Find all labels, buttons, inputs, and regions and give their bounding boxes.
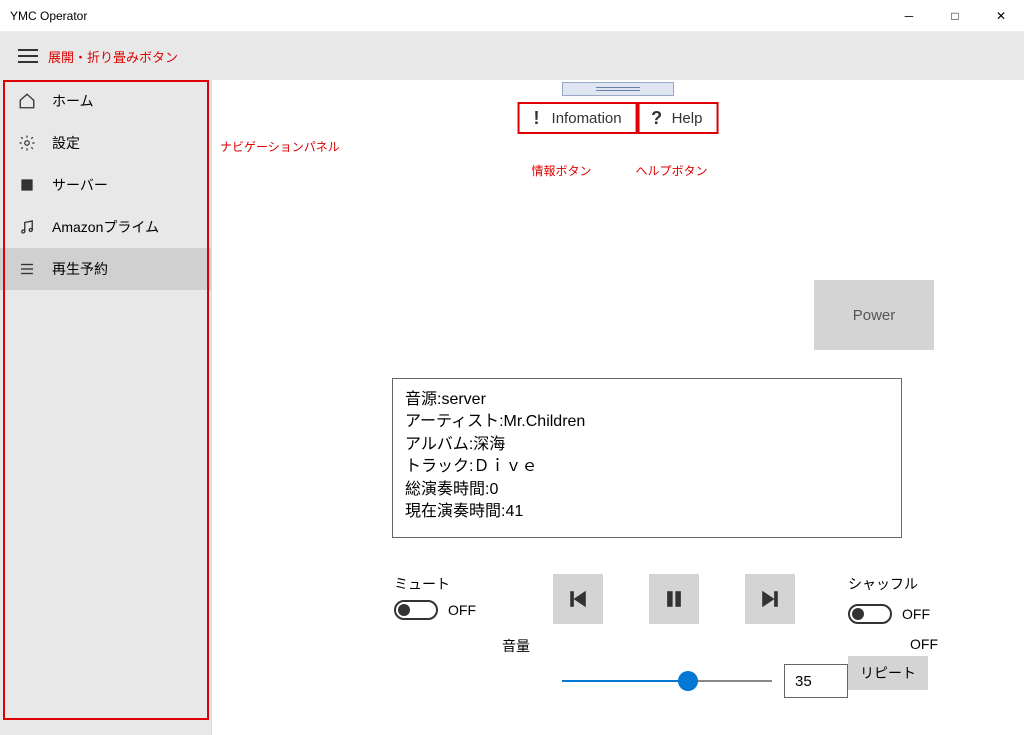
track-info-current-time: 現在演奏時間:41 [405, 501, 889, 523]
home-icon [18, 92, 36, 110]
slider-track-left [562, 680, 688, 682]
toggle-knob-icon [852, 608, 864, 620]
sidebar-item-label: 再生予約 [52, 259, 108, 279]
information-button-label: Infomation [552, 110, 622, 127]
music-note-icon [18, 218, 36, 236]
exclamation-icon: ! [530, 108, 544, 129]
playback-buttons [500, 574, 848, 624]
pause-button[interactable] [649, 574, 699, 624]
mute-label: ミュート [394, 574, 500, 594]
sidebar: ホーム 設定 サーバー Amazonプライム 再生予約 [0, 80, 212, 735]
repeat-button[interactable]: リピート [848, 656, 928, 690]
help-button[interactable]: ? Help [638, 102, 719, 134]
track-info-artist: アーティスト:Mr.Children [405, 411, 889, 433]
sidebar-item-server[interactable]: サーバー [0, 164, 211, 206]
shuffle-state: OFF [902, 606, 930, 622]
minimize-button[interactable]: ─ [886, 0, 932, 32]
power-button-label: Power [853, 307, 896, 324]
main-panel: ナビゲーションパネル ! Infomation ? Help 情報ボタン ヘルプ… [212, 80, 1024, 735]
toggle-track-icon [394, 600, 438, 620]
toggle-track-icon [848, 604, 892, 624]
sidebar-item-playback-reservation[interactable]: 再生予約 [0, 248, 211, 290]
next-track-button[interactable] [745, 574, 795, 624]
controls-row: ミュート OFF [394, 574, 954, 698]
sidebar-item-label: 設定 [52, 133, 80, 153]
track-info-box: 音源:server アーティスト:Mr.Children アルバム:深海 トラッ… [392, 378, 902, 538]
volume-slider-row: 35 [502, 664, 848, 698]
shuffle-label: シャッフル [848, 574, 954, 594]
top-buttons: ! Infomation ? Help 情報ボタン ヘルプボタン [518, 102, 719, 134]
mute-state: OFF [448, 602, 476, 618]
volume-slider[interactable] [562, 671, 772, 691]
annotation-info-btn-label: 情報ボタン [532, 162, 592, 179]
volume-row: 音量 [502, 636, 848, 656]
track-info-track: トラック:Ｄｉｖｅ [405, 456, 889, 478]
window-controls: ─ □ ✕ [886, 0, 1024, 32]
repeat-state: OFF [848, 636, 954, 652]
grip-icon [596, 87, 640, 91]
annotation-help-btn-label: ヘルプボタン [636, 162, 708, 179]
expand-label: 展開・折り畳みボタン [48, 47, 178, 66]
list-icon [18, 260, 36, 278]
slider-track-right [688, 680, 772, 682]
information-button[interactable]: ! Infomation [518, 102, 638, 134]
mute-column: ミュート OFF [394, 574, 500, 620]
maximize-button[interactable]: □ [932, 0, 978, 32]
server-icon [18, 176, 36, 194]
question-icon: ? [650, 108, 664, 129]
track-info-source: 音源:server [405, 389, 889, 411]
shuffle-toggle[interactable]: OFF [848, 604, 954, 624]
repeat-button-label: リピート [860, 663, 916, 683]
shuffle-repeat-column: シャッフル OFF OFF リピート [848, 574, 954, 690]
sidebar-item-label: Amazonプライム [52, 217, 159, 237]
volume-label: 音量 [502, 636, 550, 656]
toggle-knob-icon [398, 604, 410, 616]
slider-knob-icon [678, 671, 698, 691]
track-info-album: アルバム:深海 [405, 434, 889, 456]
sidebar-item-amazon-prime[interactable]: Amazonプライム [0, 206, 211, 248]
power-button[interactable]: Power [814, 280, 934, 350]
sidebar-item-label: サーバー [52, 175, 108, 195]
previous-track-button[interactable] [553, 574, 603, 624]
window-title: YMC Operator [10, 9, 87, 23]
annotation-nav-panel-label: ナビゲーションパネル [220, 138, 340, 155]
volume-value-field[interactable]: 35 [784, 664, 848, 698]
repeat-block: OFF リピート [848, 636, 954, 690]
expand-row: 展開・折り畳みボタン [0, 32, 1024, 80]
sidebar-item-settings[interactable]: 設定 [0, 122, 211, 164]
drag-handle[interactable] [562, 82, 674, 96]
track-info-total-time: 総演奏時間:0 [405, 479, 889, 501]
help-button-label: Help [672, 110, 703, 127]
close-button[interactable]: ✕ [978, 0, 1024, 32]
mute-toggle[interactable]: OFF [394, 600, 500, 620]
titlebar: YMC Operator ─ □ ✕ [0, 0, 1024, 32]
sidebar-item-label: ホーム [52, 91, 94, 111]
sidebar-item-home[interactable]: ホーム [0, 80, 211, 122]
gear-icon [18, 134, 36, 152]
hamburger-icon[interactable] [18, 49, 38, 63]
playback-column: 音量 35 [500, 574, 848, 698]
